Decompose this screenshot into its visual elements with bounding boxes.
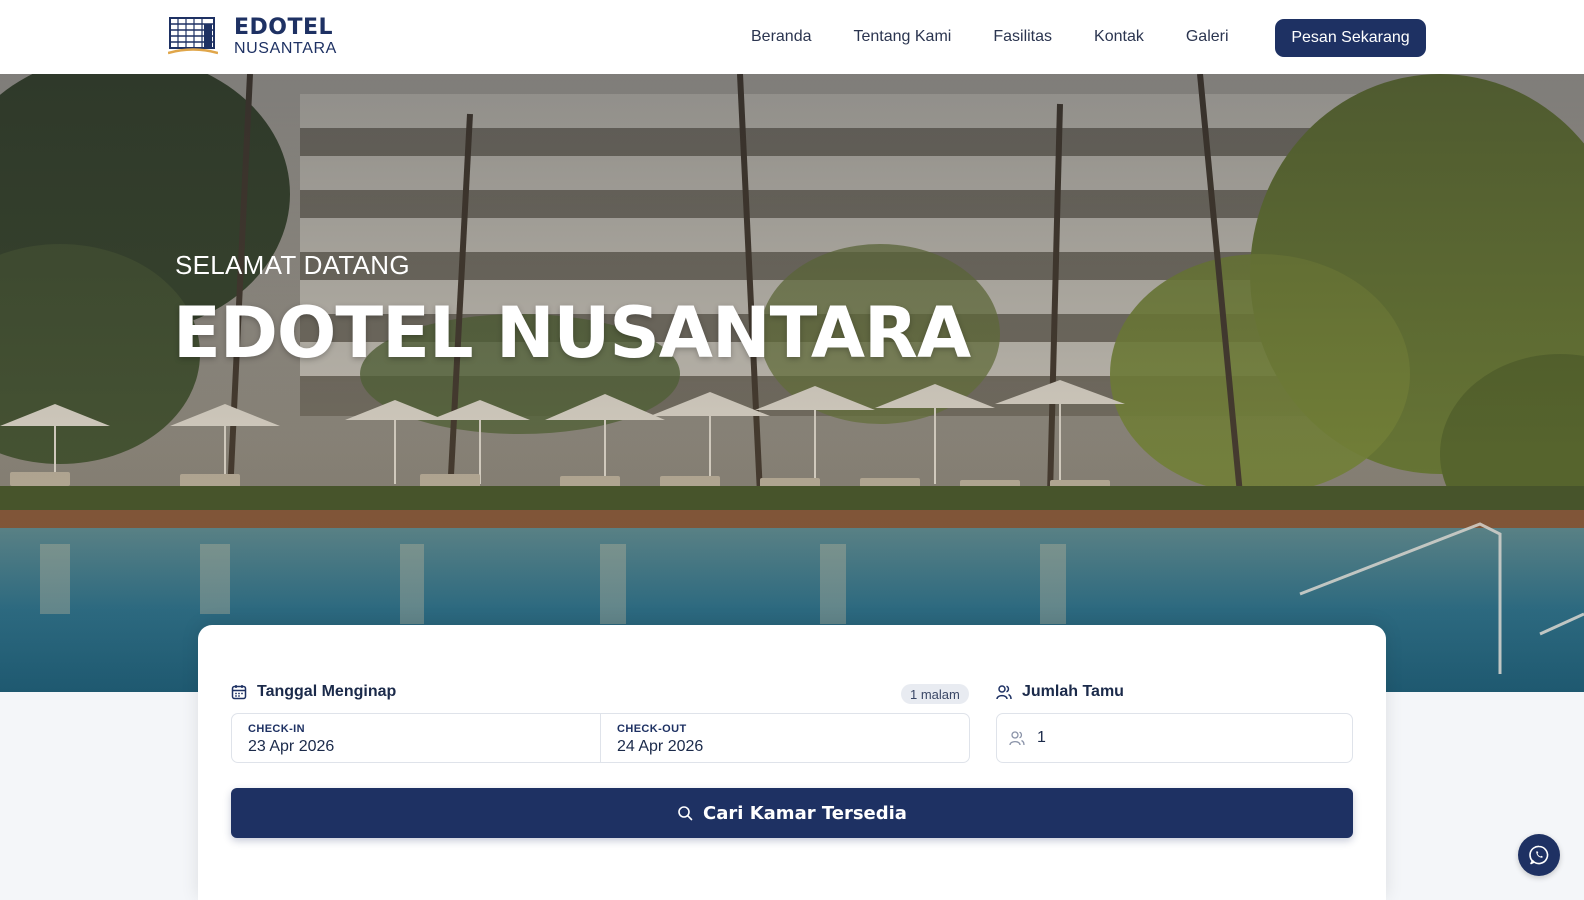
hotel-pool-photo xyxy=(0,74,1584,692)
whatsapp-icon xyxy=(1529,845,1549,865)
main-nav: Beranda Tentang Kami Fasilitas Kontak Ga… xyxy=(751,26,1229,48)
checkin-field[interactable]: CHECK-IN 23 Apr 2026 xyxy=(232,714,600,762)
nav-link-galeri[interactable]: Galeri xyxy=(1186,26,1229,48)
brand-logo[interactable]: EDOTEL NUSANTARA xyxy=(168,16,337,58)
nav-link-beranda[interactable]: Beranda xyxy=(751,26,812,48)
nights-badge: 1 malam xyxy=(901,684,969,704)
nav-link-tentang-kami[interactable]: Tentang Kami xyxy=(854,26,952,48)
dates-label: Tanggal Menginap xyxy=(231,683,396,701)
book-now-button[interactable]: Pesan Sekarang xyxy=(1275,19,1426,57)
guests-label-text: Jumlah Tamu xyxy=(1022,683,1124,700)
checkin-caption: CHECK-IN xyxy=(248,723,305,735)
search-icon xyxy=(678,806,693,821)
nav-link-kontak[interactable]: Kontak xyxy=(1094,26,1144,48)
checkout-caption: CHECK-OUT xyxy=(617,723,687,735)
guest-count-value: 1 xyxy=(1037,729,1046,746)
search-rooms-button[interactable]: Cari Kamar Tersedia xyxy=(231,788,1353,838)
hotel-building-icon xyxy=(168,17,218,55)
nav-link-fasilitas[interactable]: Fasilitas xyxy=(993,26,1052,48)
checkout-field[interactable]: CHECK-OUT 24 Apr 2026 xyxy=(600,714,969,762)
guests-label: Jumlah Tamu xyxy=(996,683,1124,701)
dates-label-text: Tanggal Menginap xyxy=(257,683,397,700)
booking-card: Tanggal Menginap 1 malam CHECK-IN 23 Apr… xyxy=(198,625,1386,900)
brand-title: EDOTEL xyxy=(234,15,334,40)
calendar-icon xyxy=(231,685,247,700)
hero-section: SELAMAT DATANG EDOTEL NUSANTARA xyxy=(0,74,1584,692)
users-icon xyxy=(1009,731,1025,746)
guest-count-input[interactable]: 1 xyxy=(996,713,1353,763)
site-header: EDOTEL NUSANTARA Beranda Tentang Kami Fa… xyxy=(0,0,1584,74)
hero-title: EDOTEL NUSANTARA xyxy=(173,292,971,374)
checkin-value: 23 Apr 2026 xyxy=(248,738,335,755)
search-rooms-label: Cari Kamar Tersedia xyxy=(703,802,907,824)
users-icon xyxy=(996,685,1012,700)
checkout-value: 24 Apr 2026 xyxy=(617,738,704,755)
hero-eyebrow: SELAMAT DATANG xyxy=(175,250,410,280)
whatsapp-button[interactable] xyxy=(1518,834,1560,876)
brand-subtitle: NUSANTARA xyxy=(234,40,337,57)
date-range-picker[interactable]: CHECK-IN 23 Apr 2026 CHECK-OUT 24 Apr 20… xyxy=(231,713,970,763)
